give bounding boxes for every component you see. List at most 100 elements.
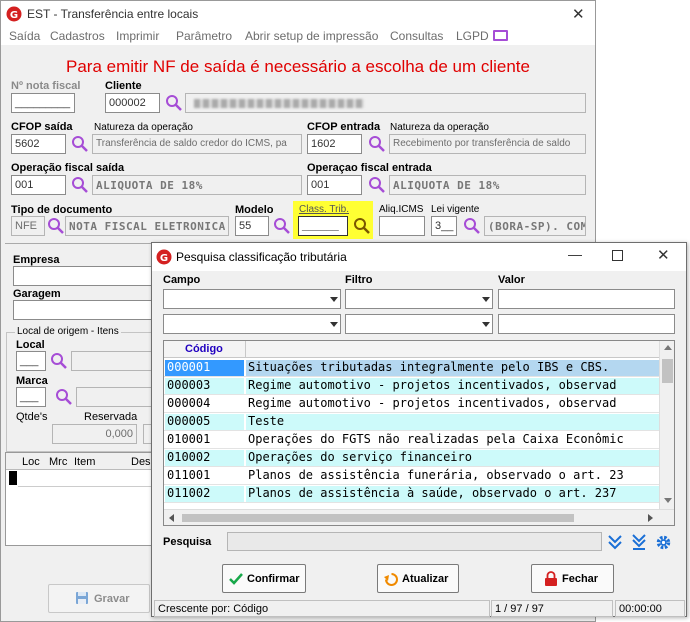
modelo-label: Modelo [235,204,274,216]
table-row[interactable]: 010002 Operações do serviço financeiro [164,449,659,467]
atualizar-button[interactable]: Atualizar [377,564,459,593]
col-mrc[interactable]: Mrc [49,456,67,468]
cfop-saida-search-icon[interactable] [71,135,89,153]
lock-icon [545,571,557,586]
natureza-entrada-label: Natureza da operação [390,122,489,133]
local-search-icon[interactable] [50,352,68,370]
nf-input[interactable]: _________ [11,93,75,113]
close-icon[interactable]: ✕ [572,5,585,23]
table-row[interactable]: 010001 Operações do FGTS não realizadas p… [164,431,659,449]
op-saida-desc: ALIQUOTA DE 18% [92,175,302,195]
menu-saida[interactable]: Saída [9,29,40,43]
cfop-entrada-input[interactable]: 1602 [307,134,362,154]
checkmark-icon [229,573,243,585]
op-saida-search-icon[interactable] [71,176,89,194]
table-row[interactable]: 011002 Planos de assistência à saúde, obs… [164,485,659,503]
horizontal-scrollbar[interactable] [164,509,674,525]
filtro-select-2[interactable] [345,314,493,334]
natureza-saida-label: Natureza da operação [94,122,193,133]
monitor-icon[interactable] [493,30,508,41]
scroll-left-icon[interactable] [169,514,174,522]
tipo-doc-code[interactable]: NFE [11,216,45,236]
lei-vigente-search-icon[interactable] [463,217,481,235]
col-item[interactable]: Item [74,456,95,468]
cfop-saida-label: CFOP saída [11,121,73,133]
campo-select-2[interactable] [163,314,341,334]
cliente-search-icon[interactable] [165,94,183,112]
chevron-down-icon [482,297,490,302]
campo-select-1[interactable] [163,289,341,309]
marca-label: Marca [16,375,48,387]
status-count: 1 / 97 / 97 [491,600,613,617]
pesquisa-label: Pesquisa [163,536,212,548]
class-trib-label: Class. Trib. [299,204,350,215]
garagem-label: Garagem [13,288,61,300]
menu-cadastros[interactable]: Cadastros [50,29,105,43]
scroll-down-icon[interactable] [664,498,672,503]
modelo-search-icon[interactable] [273,217,291,235]
filtro-select-1[interactable] [345,289,493,309]
class-trib-input[interactable]: ______ [298,216,348,236]
fechar-button[interactable]: Fechar [531,564,614,593]
menu-imprimir[interactable]: Imprimir [116,29,159,43]
marca-search-icon[interactable] [55,388,73,406]
menu-lgpd[interactable]: LGPD [456,29,489,43]
pesquisa-input[interactable] [227,532,602,551]
gravar-button[interactable]: Gravar [48,584,150,613]
col-codigo-header[interactable]: Código [185,343,223,355]
minimize-icon[interactable]: — [568,246,582,262]
scroll-up-icon[interactable] [664,345,672,350]
scroll-right-icon[interactable] [648,514,653,522]
tipo-doc-search-icon[interactable] [47,217,65,235]
op-entrada-search-icon[interactable] [368,176,386,194]
table-row[interactable]: 000001 Situações tributadas integralmente… [164,359,659,377]
title-bar: G EST - Transferência entre locais ✕ [1,1,595,27]
cfop-saida-input[interactable]: 5602 [11,134,66,154]
svg-text:G: G [160,253,168,264]
aliq-icms-label: Aliq.ICMS [379,204,424,215]
table-row[interactable]: 011001 Planos de assistência funerária, o… [164,467,659,485]
marca-input[interactable]: ___ [16,387,46,407]
app-logo-icon: G [6,6,22,22]
reservada-label: Reservada [84,411,138,423]
local-input[interactable]: ___ [16,351,46,371]
class-trib-search-icon[interactable] [353,217,371,235]
vertical-scrollbar[interactable] [659,341,674,509]
scroll-thumb[interactable] [662,359,673,383]
chevron-down-icon [330,297,338,302]
cliente-code-input[interactable]: 000002 [105,93,160,113]
op-entrada-input[interactable]: 001 [307,175,362,195]
col-des[interactable]: Des [131,456,151,468]
row-cursor [9,471,17,485]
menu-consultas[interactable]: Consultas [390,29,443,43]
results-grid[interactable]: Código 000001 Situações tributadas integr… [163,340,675,526]
items-grid[interactable]: Loc Mrc Item Des [5,452,153,546]
status-order: Crescente por: Código [154,600,490,617]
menu-parametro[interactable]: Parâmetro [176,29,232,43]
table-row[interactable]: 000005 Teste [164,413,659,431]
items-row[interactable] [18,470,152,487]
maximize-icon[interactable] [612,250,623,261]
close-icon[interactable]: ✕ [657,246,670,264]
origem-group-label: Local de origem - Itens [15,326,121,337]
menu-setup-impressao[interactable]: Abrir setup de impressão [245,29,378,43]
natureza-saida-field: Transferência de saldo credor do ICMS, p… [92,134,302,154]
garagem-input[interactable] [13,300,153,320]
go-to-last-icon[interactable] [630,533,648,551]
col-loc[interactable]: Loc [22,456,40,468]
expand-down-icon[interactable] [606,533,624,551]
modelo-input[interactable]: 55 [235,216,269,236]
aliq-icms-input[interactable] [379,216,425,236]
h-scroll-thumb[interactable] [182,514,574,522]
table-row[interactable]: 000003 Regime automotivo - projetos incen… [164,377,659,395]
empresa-input[interactable] [13,266,153,286]
valor-input-2[interactable] [498,314,675,334]
marca-desc [76,387,153,407]
cfop-entrada-search-icon[interactable] [368,135,386,153]
table-row[interactable]: 000004 Regime automotivo - projetos incen… [164,395,659,413]
gear-icon[interactable] [655,534,672,551]
op-saida-input[interactable]: 001 [11,175,66,195]
confirmar-button[interactable]: Confirmar [222,564,306,593]
valor-input-1[interactable] [498,289,675,309]
lei-vigente-code[interactable]: 3__ [431,216,457,236]
